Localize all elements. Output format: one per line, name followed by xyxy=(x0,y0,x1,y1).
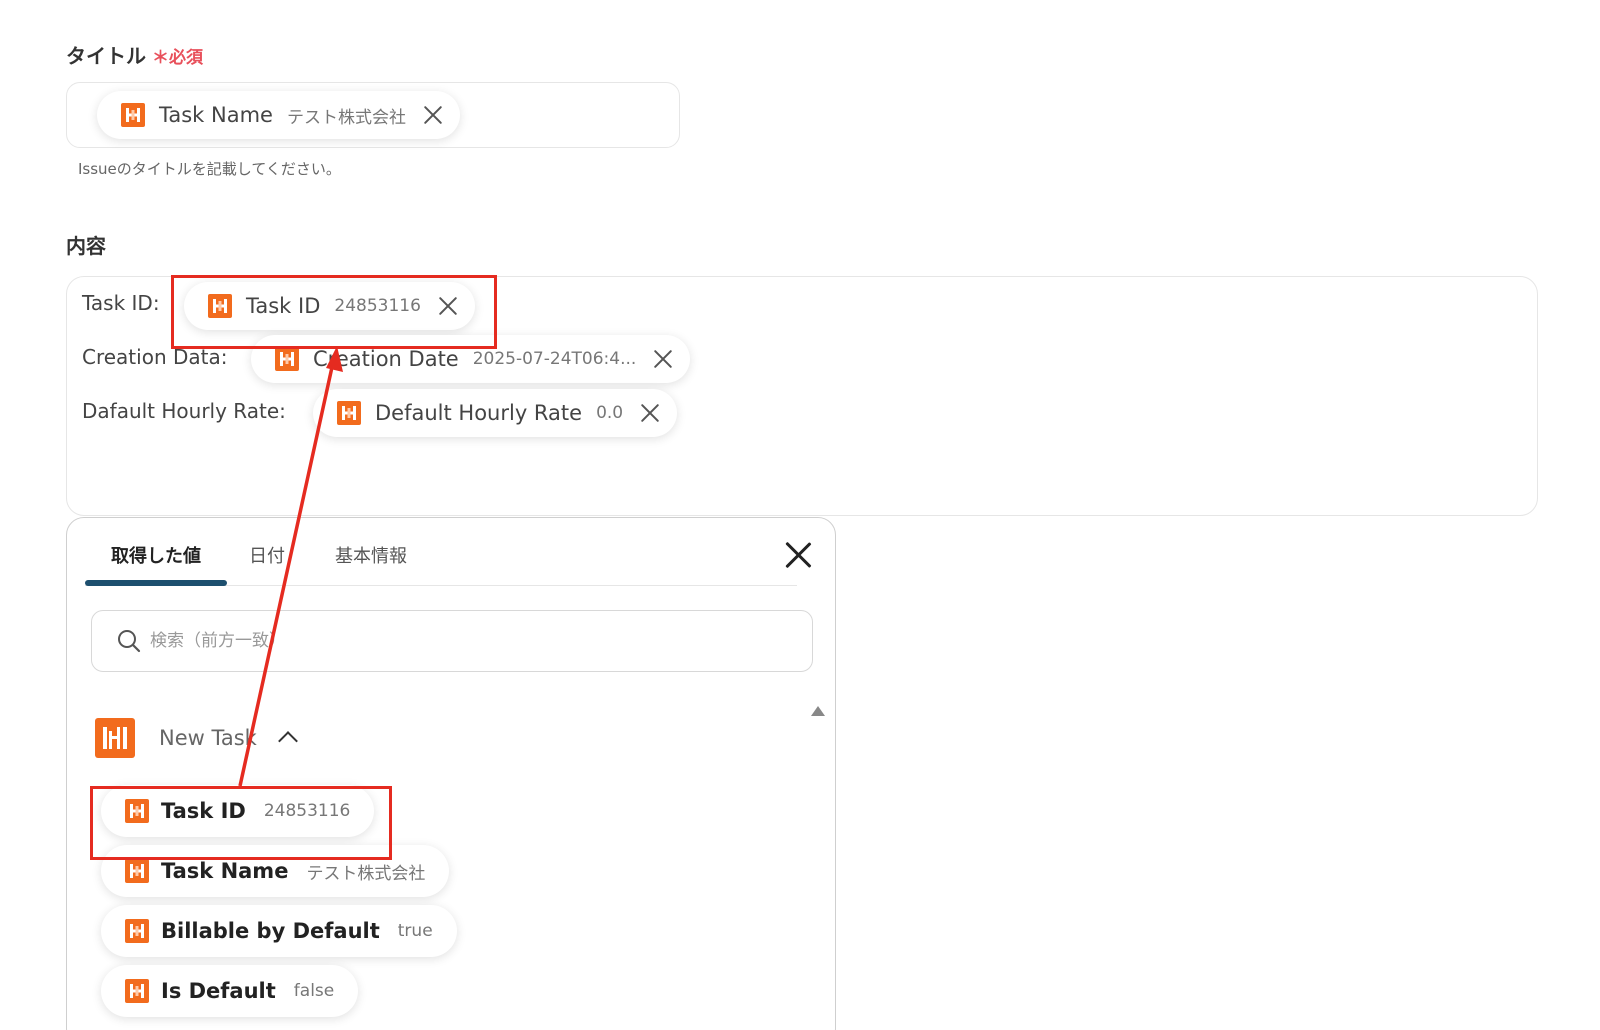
harvest-app-icon xyxy=(125,859,149,883)
line-label-creation-data: Creation Data: xyxy=(82,345,228,369)
search-input[interactable] xyxy=(150,631,750,651)
scroll-up-arrow-icon[interactable] xyxy=(811,706,825,716)
harvest-app-icon xyxy=(208,294,232,318)
chevron-up-icon[interactable] xyxy=(277,731,298,751)
title-label-text: タイトル xyxy=(66,44,146,68)
item-name: Task Name xyxy=(161,859,289,883)
harvest-app-icon xyxy=(95,718,135,758)
harvest-app-icon xyxy=(125,919,149,943)
list-item-is-default[interactable]: Is Default false xyxy=(101,965,359,1017)
chip-name: Creation Date xyxy=(313,347,459,371)
list-item-billable-by-default[interactable]: Billable by Default true xyxy=(101,905,457,957)
item-name: Is Default xyxy=(161,979,276,1003)
content-chip-default-hourly-rate[interactable]: Default Hourly Rate 0.0 xyxy=(313,389,678,437)
chip-name: Task Name xyxy=(159,103,273,127)
title-hint: Issueのタイトルを記載してください。 xyxy=(78,160,341,178)
item-value: テスト株式会社 xyxy=(306,863,426,884)
search-box[interactable] xyxy=(91,610,813,672)
tab-date[interactable]: 日付 xyxy=(249,542,285,568)
search-icon xyxy=(118,630,141,653)
title-chip-task-name[interactable]: Task Name テスト株式会社 xyxy=(97,91,460,139)
content-input-field[interactable]: Task ID: Task ID 24853116 Creation Data:… xyxy=(66,276,1538,516)
group-header-new-task[interactable]: New Task xyxy=(95,718,298,758)
chip-name: Default Hourly Rate xyxy=(375,401,583,425)
harvest-app-icon xyxy=(125,799,149,823)
chip-value: 0.0 xyxy=(596,403,624,423)
item-value: 24853116 xyxy=(263,801,351,821)
harvest-app-icon xyxy=(337,401,361,425)
item-value: false xyxy=(293,981,335,1001)
item-name: Billable by Default xyxy=(161,919,380,943)
group-title: New Task xyxy=(159,726,257,750)
item-value: true xyxy=(397,921,433,941)
content-label: 内容 xyxy=(66,234,106,258)
harvest-app-icon xyxy=(125,979,149,1003)
list-item-task-name[interactable]: Task Name テスト株式会社 xyxy=(101,845,450,897)
chip-value: 24853116 xyxy=(334,296,421,316)
close-icon[interactable] xyxy=(639,402,661,424)
list-item-task-id[interactable]: Task ID 24853116 xyxy=(101,785,375,837)
chip-value: テスト株式会社 xyxy=(286,107,406,128)
close-icon[interactable] xyxy=(652,348,674,370)
item-name: Task ID xyxy=(161,799,246,823)
content-chip-task-id[interactable]: Task ID 24853116 xyxy=(184,282,475,330)
line-label-default-hourly-rate: Dafault Hourly Rate: xyxy=(82,399,286,423)
popup-tabs: 取得した値 日付 基本情報 xyxy=(85,518,797,586)
value-picker-popup: 取得した値 日付 基本情報 New Task Task ID 24853116 … xyxy=(66,517,836,1030)
close-icon[interactable] xyxy=(783,540,813,570)
title-input-field[interactable]: Task Name テスト株式会社 xyxy=(66,82,680,148)
required-mark: ＊必須 xyxy=(152,48,203,68)
line-label-task-id: Task ID: xyxy=(82,291,160,315)
harvest-app-icon xyxy=(275,347,299,371)
close-icon[interactable] xyxy=(437,295,459,317)
title-label: タイトル ＊必須 xyxy=(66,40,203,69)
tab-basic-info[interactable]: 基本情報 xyxy=(335,542,407,568)
tab-fetched-values[interactable]: 取得した値 xyxy=(111,542,201,568)
harvest-app-icon xyxy=(121,103,145,127)
content-chip-creation-date[interactable]: Creation Date 2025-07-24T06:4... xyxy=(251,335,691,383)
chip-name: Task ID xyxy=(246,294,321,318)
close-icon[interactable] xyxy=(422,104,444,126)
chip-value: 2025-07-24T06:4... xyxy=(472,349,637,369)
active-tab-indicator xyxy=(85,580,227,586)
